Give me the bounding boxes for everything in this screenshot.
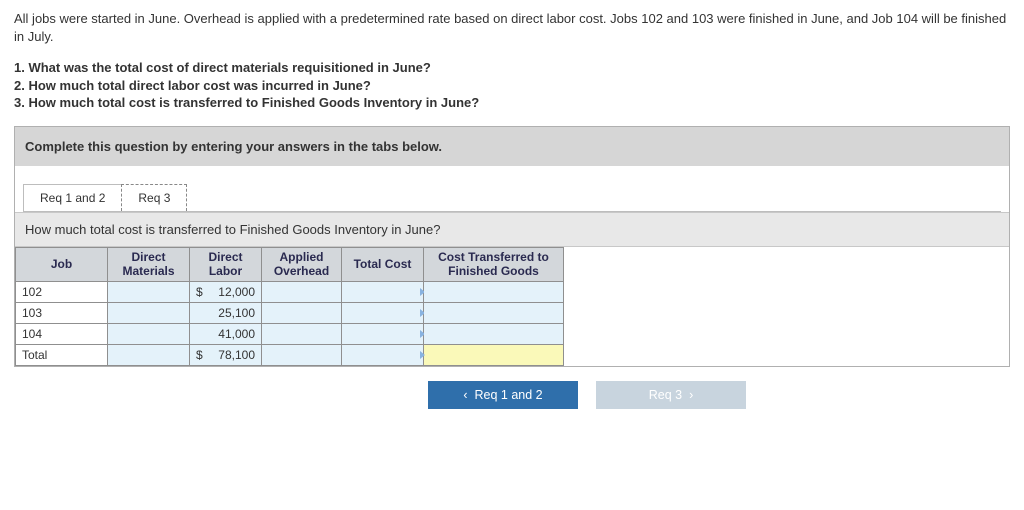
cell-direct-labor[interactable]: 41,000 — [190, 324, 262, 345]
cell-direct-labor[interactable]: $ 12,000 — [190, 282, 262, 303]
cell-applied-overhead[interactable] — [262, 282, 342, 303]
question-3: 3. How much total cost is transferred to… — [14, 95, 479, 110]
cell-job: 104 — [16, 324, 108, 345]
header-applied-overhead: AppliedOverhead — [262, 247, 342, 282]
direct-labor-value: 78,100 — [208, 348, 255, 362]
chevron-left-icon: ‹ — [463, 388, 467, 402]
cell-applied-overhead[interactable] — [262, 303, 342, 324]
direct-labor-value: 12,000 — [208, 285, 255, 299]
prev-button[interactable]: ‹ Req 1 and 2 — [428, 381, 578, 409]
tab-req-3[interactable]: Req 3 — [121, 184, 187, 211]
caret-icon — [420, 351, 425, 359]
table-row-total: Total $ 78,100 — [16, 345, 564, 366]
intro-text: All jobs were started in June. Overhead … — [14, 10, 1010, 45]
question-1: 1. What was the total cost of direct mat… — [14, 60, 431, 75]
cell-cost-transferred-total[interactable] — [424, 345, 564, 366]
cell-direct-labor[interactable]: $ 78,100 — [190, 345, 262, 366]
direct-labor-value: 41,000 — [208, 327, 255, 341]
question-list: 1. What was the total cost of direct mat… — [14, 59, 1010, 112]
cell-direct-materials[interactable] — [108, 303, 190, 324]
cell-direct-materials[interactable] — [108, 345, 190, 366]
header-total-cost: Total Cost — [342, 247, 424, 282]
table-row: 104 41,000 — [16, 324, 564, 345]
cell-job: 102 — [16, 282, 108, 303]
currency-symbol: $ — [196, 348, 208, 362]
tab-req-1-and-2[interactable]: Req 1 and 2 — [23, 184, 122, 211]
instruction-bar: Complete this question by entering your … — [15, 127, 1009, 166]
cell-job: Total — [16, 345, 108, 366]
cost-table: Job DirectMaterials DirectLabor AppliedO… — [15, 247, 564, 367]
cell-direct-materials[interactable] — [108, 282, 190, 303]
header-direct-labor: DirectLabor — [190, 247, 262, 282]
prev-label: Req 1 and 2 — [475, 388, 543, 402]
answer-panel: Complete this question by entering your … — [14, 126, 1010, 368]
cell-total-cost[interactable] — [342, 345, 424, 366]
cell-total-cost[interactable] — [342, 303, 424, 324]
next-label: Req 3 — [649, 388, 682, 402]
cell-cost-transferred[interactable] — [424, 324, 564, 345]
cell-direct-labor[interactable]: 25,100 — [190, 303, 262, 324]
next-button[interactable]: Req 3 › — [596, 381, 746, 409]
table-row: 103 25,100 — [16, 303, 564, 324]
cell-total-cost[interactable] — [342, 282, 424, 303]
chevron-right-icon: › — [689, 388, 693, 402]
table-row: 102 $ 12,000 — [16, 282, 564, 303]
question-2: 2. How much total direct labor cost was … — [14, 78, 371, 93]
nav-buttons: ‹ Req 1 and 2 Req 3 › — [14, 381, 1010, 409]
direct-labor-value: 25,100 — [208, 306, 255, 320]
cell-cost-transferred[interactable] — [424, 282, 564, 303]
header-direct-materials: DirectMaterials — [108, 247, 190, 282]
currency-symbol: $ — [196, 285, 208, 299]
header-cost-transferred: Cost Transferred toFinished Goods — [424, 247, 564, 282]
cell-job: 103 — [16, 303, 108, 324]
cell-applied-overhead[interactable] — [262, 324, 342, 345]
cell-direct-materials[interactable] — [108, 324, 190, 345]
cell-total-cost[interactable] — [342, 324, 424, 345]
cell-applied-overhead[interactable] — [262, 345, 342, 366]
panel-question: How much total cost is transferred to Fi… — [15, 212, 1009, 247]
header-job: Job — [16, 247, 108, 282]
tabs-row: Req 1 and 2 Req 3 — [15, 166, 1009, 212]
cell-cost-transferred[interactable] — [424, 303, 564, 324]
